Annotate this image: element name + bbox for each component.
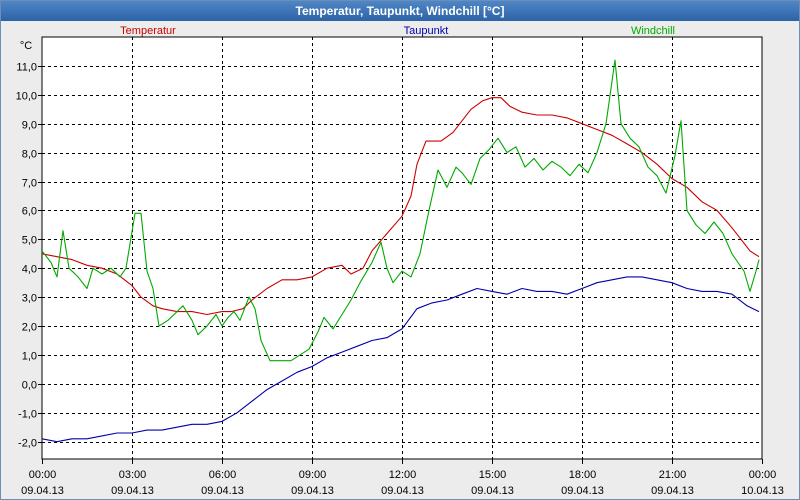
chart-window: Temperatur, Taupunkt, Windchill [°C] Tem… bbox=[0, 0, 800, 500]
x-tick-time: 00:00 bbox=[29, 469, 57, 481]
x-tick-date: 10.04.13 bbox=[741, 485, 784, 497]
x-tick-time: 03:00 bbox=[119, 469, 147, 481]
y-tick-label: 4,0 bbox=[22, 264, 37, 276]
y-tick-label: 3,0 bbox=[22, 293, 37, 305]
legend: Temperatur Taupunkt Windchill bbox=[120, 25, 675, 37]
y-tick-label: 2,0 bbox=[22, 322, 37, 334]
y-tick-label: 6,0 bbox=[22, 206, 37, 218]
x-tick-date: 09.04.13 bbox=[381, 485, 424, 497]
y-tick-label: 5,0 bbox=[22, 235, 37, 247]
x-tick-date: 09.04.13 bbox=[651, 485, 694, 497]
y-tick-label: 1,0 bbox=[22, 351, 37, 363]
y-axis: -2,0 -1,0 0,0 1,0 2,0 3,0 4,0 5,0 6,0 7,0 8,0 9,0 10… bbox=[16, 62, 42, 450]
x-tick-date: 09.04.13 bbox=[291, 485, 334, 497]
x-tick-time: 12:00 bbox=[389, 469, 417, 481]
y-tick-label: 10,0 bbox=[16, 91, 37, 103]
legend-label-windchill: Windchill bbox=[631, 25, 675, 37]
x-tick-date: 09.04.13 bbox=[21, 485, 64, 497]
legend-label-temperatur: Temperatur bbox=[120, 25, 176, 37]
line-chart: Temperatur Taupunkt Windchill -2,0 -1,0 0,0 1… bbox=[16, 25, 784, 497]
x-tick-time: 15:00 bbox=[479, 469, 507, 481]
window-title: Temperatur, Taupunkt, Windchill [°C] bbox=[1, 1, 799, 21]
x-tick-date: 09.04.13 bbox=[111, 485, 154, 497]
y-axis-label: °C bbox=[20, 40, 32, 52]
legend-label-taupunkt: Taupunkt bbox=[404, 25, 449, 37]
x-tick-time: 06:00 bbox=[209, 469, 237, 481]
y-tick-label: 7,0 bbox=[22, 178, 37, 190]
y-tick-label: -1,0 bbox=[18, 409, 37, 421]
x-tick-time: 00:00 bbox=[749, 469, 777, 481]
y-tick-label: 8,0 bbox=[22, 149, 37, 161]
y-tick-label: -2,0 bbox=[18, 438, 37, 450]
x-tick-time: 09:00 bbox=[299, 469, 327, 481]
y-tick-label: 11,0 bbox=[16, 62, 37, 74]
x-tick-time: 21:00 bbox=[659, 469, 687, 481]
x-tick-time: 18:00 bbox=[569, 469, 597, 481]
x-axis: 00:00 09.04.13 03:00 09.04.13 06:00 09.04.13 0… bbox=[21, 459, 784, 497]
x-tick-date: 09.04.13 bbox=[561, 485, 604, 497]
y-tick-label: 0,0 bbox=[22, 380, 37, 392]
x-tick-date: 09.04.13 bbox=[201, 485, 244, 497]
x-tick-date: 09.04.13 bbox=[471, 485, 514, 497]
y-tick-label: 9,0 bbox=[22, 120, 37, 132]
